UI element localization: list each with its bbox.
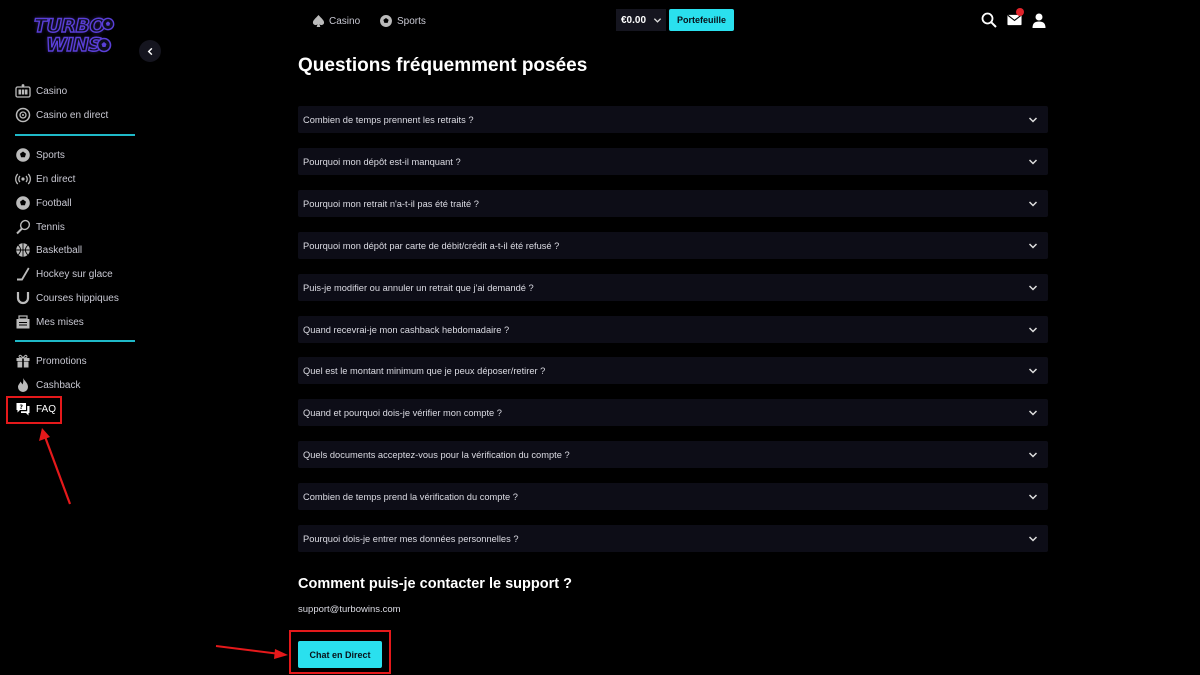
sidebar-divider [15,134,135,136]
gift-icon [15,353,31,369]
balance-amount: €0.00 [621,14,647,26]
sidebar-item-label: Football [36,197,72,209]
logo-ball-icon [96,37,112,53]
sidebar-item-label: Mes mises [36,316,84,328]
support-email[interactable]: support@turbowins.com [298,604,401,615]
sidebar-item-courses-hippiques[interactable]: Courses hippiques [15,288,119,308]
faq-question: Combien de temps prennent les retraits ? [303,114,474,125]
logo-ball-icon [101,17,115,31]
faq-item[interactable]: Pourquoi dois-je entrer mes données pers… [298,525,1048,552]
sidebar-item-mes-mises[interactable]: Mes mises [15,312,84,332]
top-nav-sports[interactable]: Sports [379,12,426,30]
faq-item[interactable]: Pourquoi mon dépôt est-il manquant ? [298,148,1048,175]
live-broadcast-icon [15,171,31,187]
faq-item[interactable]: Quel est le montant minimum que je peux … [298,357,1048,384]
flame-icon [15,377,31,393]
football-icon [15,195,31,211]
sidebar-collapse-button[interactable] [139,40,161,62]
chevron-down-icon [1028,535,1038,542]
tennis-icon [15,219,31,235]
sidebar-item-basketball[interactable]: Basketball [15,240,82,260]
faq-item[interactable]: Pourquoi mon dépôt par carte de débit/cr… [298,232,1048,259]
horseshoe-icon [15,290,31,306]
sidebar-item-label: Sports [36,149,65,161]
sidebar-item-label: Cashback [36,379,81,391]
page-title: Questions fréquemment posées [298,55,588,76]
sidebar-item-casino[interactable]: Casino [15,81,67,101]
support-title: Comment puis-je contacter le support ? [298,576,572,592]
chevron-down-icon [653,17,662,23]
faq-question: Quand et pourquoi dois-je vérifier mon c… [303,407,502,418]
sidebar-item-casino-en-direct[interactable]: Casino en direct [15,105,108,125]
top-nav-label: Sports [397,15,426,27]
sidebar: TURBO WINS Casino Casino en direct Sport… [0,0,165,675]
faq-item[interactable]: Pourquoi mon retrait n'a-t-il pas été tr… [298,190,1048,217]
top-nav-label: Casino [329,15,361,27]
chat-highlight-box [289,630,391,674]
sidebar-item-label: Courses hippiques [36,292,119,304]
faq-question: Combien de temps prend la vérification d… [303,491,518,502]
balance-dropdown[interactable]: €0.00 [616,9,666,31]
faq-question: Quels documents acceptez-vous pour la vé… [303,449,570,460]
wallet-button[interactable]: Portefeuille [669,9,734,31]
top-nav-casino[interactable]: Casino [311,12,360,30]
user-icon[interactable] [1030,11,1048,29]
faq-question: Pourquoi mon dépôt est-il manquant ? [303,156,461,167]
faq-item[interactable]: Quand recevrai-je mon cashback hebdomada… [298,316,1048,343]
roulette-icon [15,107,31,123]
sidebar-item-label: Hockey sur glace [36,268,113,280]
chevron-down-icon [1028,284,1038,291]
spade-icon [311,14,325,28]
faq-question: Puis-je modifier ou annuler un retrait q… [303,282,534,293]
faq-item[interactable]: Quels documents acceptez-vous pour la vé… [298,441,1048,468]
notification-badge [1016,8,1024,16]
logo-line-2: WINS [45,33,103,56]
chevron-down-icon [1028,409,1038,416]
chevron-down-icon [1028,451,1038,458]
sidebar-item-label: En direct [36,173,76,185]
soccer-ball-icon [379,14,393,28]
faq-item[interactable]: Combien de temps prend la vérification d… [298,483,1048,510]
sidebar-item-cashback[interactable]: Cashback [15,375,80,395]
chevron-down-icon [1028,200,1038,207]
faq-question: Quand recevrai-je mon cashback hebdomada… [303,324,510,335]
sidebar-item-label: Basketball [36,244,83,256]
sidebar-item-en-direct[interactable]: En direct [15,169,75,189]
sidebar-item-label: Tennis [36,221,65,233]
casino-icon [15,83,31,99]
sidebar-divider [15,340,135,342]
faq-question: Pourquoi mon retrait n'a-t-il pas été tr… [303,198,479,209]
chevron-down-icon [1028,326,1038,333]
annotation-arrow [215,645,288,659]
chevron-down-icon [1028,158,1038,165]
sidebar-item-tennis[interactable]: Tennis [15,217,65,237]
faq-highlight-box [6,396,62,424]
bets-ticket-icon [15,314,31,330]
faq-item[interactable]: Combien de temps prennent les retraits ? [298,106,1048,133]
sidebar-item-label: Casino [36,85,68,97]
sidebar-item-promotions[interactable]: Promotions [15,351,87,371]
sidebar-item-label: Promotions [36,355,87,367]
sidebar-item-football[interactable]: Football [15,193,72,213]
faq-item[interactable]: Quand et pourquoi dois-je vérifier mon c… [298,399,1048,426]
soccer-ball-icon [15,147,31,163]
search-icon[interactable] [980,11,998,29]
chevron-down-icon [1028,493,1038,500]
sidebar-item-sports[interactable]: Sports [15,145,65,165]
faq-question: Pourquoi dois-je entrer mes données pers… [303,533,519,544]
faq-question: Pourquoi mon dépôt par carte de débit/cr… [303,240,560,251]
faq-question: Quel est le montant minimum que je peux … [303,365,546,376]
chevron-down-icon [1028,242,1038,249]
sidebar-item-hockey-sur-glace[interactable]: Hockey sur glace [15,264,113,284]
chevron-left-icon [147,47,152,55]
hockey-stick-icon [15,266,31,282]
faq-item[interactable]: Puis-je modifier ou annuler un retrait q… [298,274,1048,301]
sidebar-item-label: Casino en direct [36,109,109,121]
turbowins-logo[interactable]: TURBO WINS [33,14,118,59]
chevron-down-icon [1028,116,1038,123]
basketball-icon [15,242,31,258]
chevron-down-icon [1028,367,1038,374]
